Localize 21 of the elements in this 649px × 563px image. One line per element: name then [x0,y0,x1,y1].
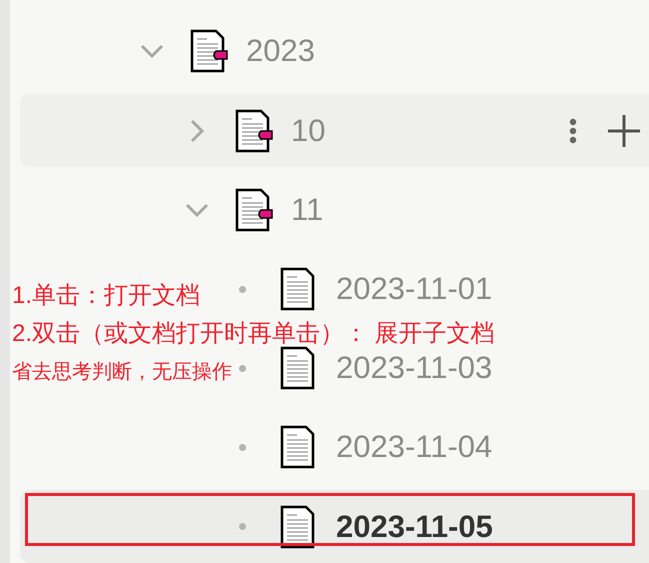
document-title[interactable]: 11 [291,192,324,228]
annotation-text: 1.单击：打开文档 [12,281,200,311]
bullet-icon [238,286,246,293]
document-title[interactable]: 2023-11-04 [336,429,492,466]
document-title[interactable]: 2023-11-03 [336,350,492,386]
document-icon [190,29,228,74]
bullet-icon [238,523,246,530]
bullet-icon [238,444,246,451]
document-title: 10 [291,112,326,149]
annotation-text: 2.双击（或文档打开时再单击）： 展开子文档 [12,319,495,349]
more-icon[interactable] [569,118,577,144]
document-title[interactable]: 2023-11-01 [336,271,492,308]
hovered-tree-row[interactable]: 10 [20,94,649,167]
document-icon [235,108,273,153]
add-icon[interactable] [607,114,641,148]
document-icon [235,188,273,232]
selected-tree-row[interactable]: 2023-11-05 [20,490,649,563]
document-title[interactable]: 2023 [246,33,315,70]
document-title: 2023-11-05 [336,508,493,545]
annotation-text: 省去思考判断，无压操作 [12,360,232,385]
bullet-icon [238,364,246,372]
